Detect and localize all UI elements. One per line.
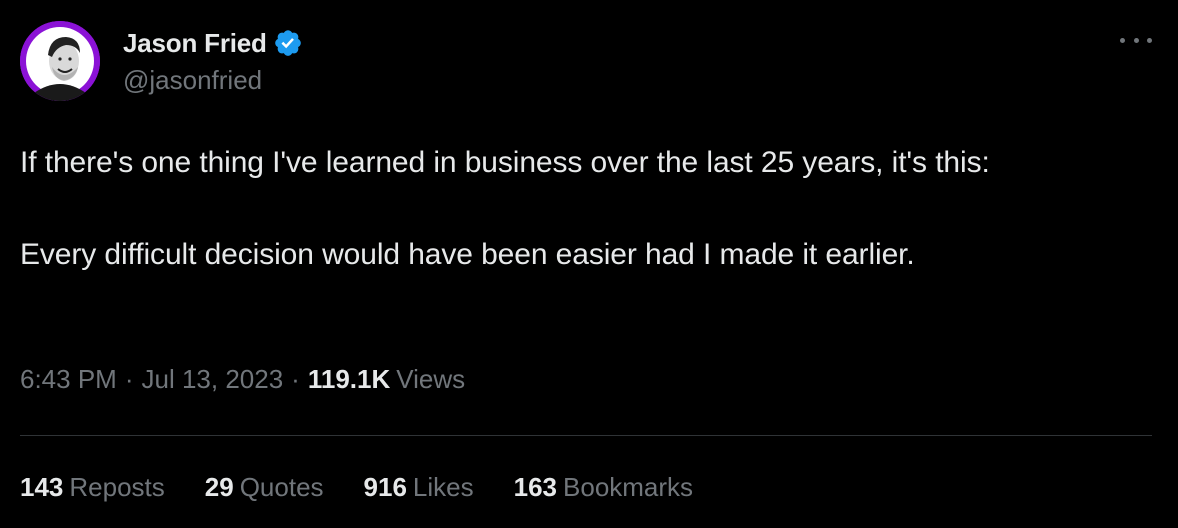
reposts-stat[interactable]: 143 Reposts [20,472,165,503]
meta-separator: · [291,364,300,394]
avatar[interactable] [20,21,100,101]
views-count[interactable]: 119.1K [308,364,390,395]
views-label[interactable]: Views [396,364,465,395]
quotes-label: Quotes [239,472,324,502]
bookmarks-count: 163 [513,472,558,502]
more-dot-icon [1120,37,1125,43]
quotes-count: 29 [204,472,234,502]
avatar-portrait-icon [20,21,100,101]
reposts-count: 143 [20,472,64,502]
tweet-text-paragraph-2: Every difficult decision would have been… [20,238,915,271]
more-horizontal-icon[interactable] [1120,30,1152,50]
tweet-text: If there's one thing I've learned in bus… [20,140,1140,278]
author-display-name[interactable]: Jason Fried [123,28,267,59]
likes-stat[interactable]: 916 Likes [364,472,474,503]
likes-count: 916 [363,472,407,502]
engagement-stats: 143 Reposts 29 Quotes 916 Likes 163 Bookmark… [20,472,733,503]
verified-badge-icon[interactable] [273,28,303,58]
likes-label: Likes [412,472,474,502]
tweet-meta: 6:43 PM · Jul 13, 2023 · 119.1K Views [20,364,465,395]
more-dot-icon [1133,37,1139,43]
bookmarks-label: Bookmarks [563,472,694,502]
quotes-stat[interactable]: 29 Quotes [205,472,324,503]
divider [20,435,1152,436]
meta-separator: · [124,364,134,394]
author-handle[interactable]: @jasonfried [123,65,262,96]
tweet-text-paragraph-1: If there's one thing I've learned in bus… [20,146,990,179]
more-dot-icon [1147,37,1152,43]
tweet-card: Jason Fried @jasonfried If there's one t… [0,0,1178,528]
tweet-time[interactable]: 6:43 PM [20,364,117,395]
tweet-date[interactable]: Jul 13, 2023 [142,364,284,395]
reposts-label: Reposts [69,472,165,502]
bookmarks-stat[interactable]: 163 Bookmarks [514,472,693,503]
author-name-row: Jason Fried [123,26,303,60]
